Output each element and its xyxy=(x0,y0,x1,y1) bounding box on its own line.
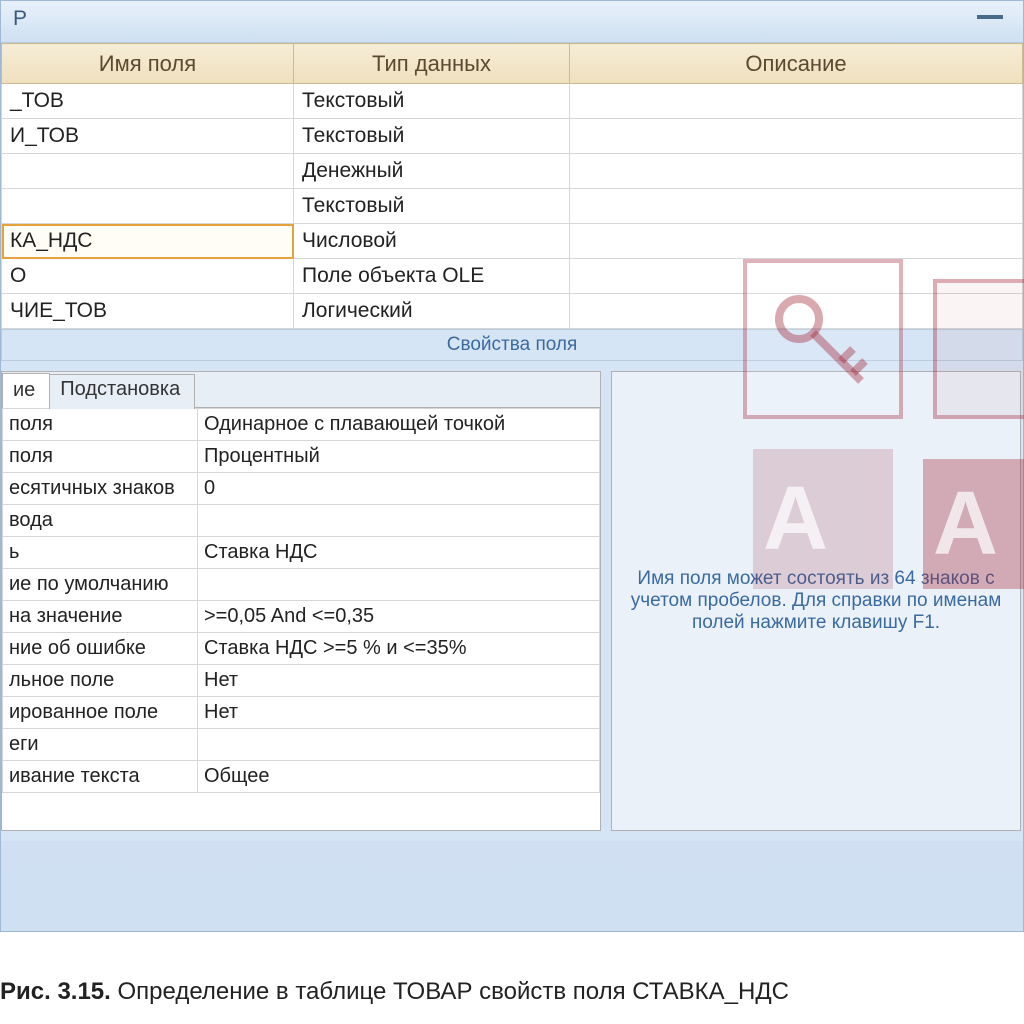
column-header-type[interactable]: Тип данных xyxy=(294,44,570,84)
property-value[interactable]: Общее xyxy=(198,761,600,793)
property-value[interactable] xyxy=(198,505,600,537)
field-cell-type[interactable]: Поле объекта OLE xyxy=(294,259,570,294)
field-cell-name[interactable]: КА_НДС xyxy=(2,224,294,259)
column-header-desc[interactable]: Описание xyxy=(570,44,1023,84)
field-definition-grid[interactable]: Имя поля Тип данных Описание _ТОВТекстов… xyxy=(1,43,1023,329)
tab-title: Р xyxy=(13,7,27,30)
property-label: льное поле xyxy=(3,665,198,697)
property-row[interactable]: на значение>=0,05 And <=0,35 xyxy=(3,601,600,633)
property-label: есятичных знаков xyxy=(3,473,198,505)
field-cell-name[interactable]: О xyxy=(2,259,294,294)
property-value[interactable]: Одинарное с плавающей точкой xyxy=(198,409,600,441)
titlebar[interactable]: Р xyxy=(1,1,1023,43)
property-label: ие по умолчанию xyxy=(3,569,198,601)
property-value[interactable] xyxy=(198,729,600,761)
field-cell-type[interactable]: Логический xyxy=(294,294,570,329)
property-value[interactable]: 0 xyxy=(198,473,600,505)
property-row[interactable]: поляОдинарное с плавающей точкой xyxy=(3,409,600,441)
property-value[interactable]: Ставка НДС xyxy=(198,537,600,569)
property-value[interactable]: Процентный xyxy=(198,441,600,473)
caption-number: Рис. 3.15. xyxy=(0,978,111,1005)
field-cell-desc[interactable] xyxy=(570,189,1023,224)
property-row[interactable]: льное полеНет xyxy=(3,665,600,697)
property-label: ивание текста xyxy=(3,761,198,793)
field-row[interactable]: Денежный xyxy=(2,154,1023,189)
help-pane: Имя поля может состоять из 64 знаков с у… xyxy=(611,371,1021,831)
help-text: Имя поля может состоять из 64 знаков с у… xyxy=(628,568,1004,634)
property-row[interactable]: поляПроцентный xyxy=(3,441,600,473)
design-view-window: Р Имя поля Тип данных Описание _ТОВТекст… xyxy=(0,0,1024,932)
field-row[interactable]: И_ТОВТекстовый xyxy=(2,119,1023,154)
field-row[interactable]: Текстовый xyxy=(2,189,1023,224)
property-label: еги xyxy=(3,729,198,761)
field-cell-name[interactable]: _ТОВ xyxy=(2,84,294,119)
field-cell-type[interactable]: Текстовый xyxy=(294,189,570,224)
caption-text: Определение в таблице ТОВАР свойств поля… xyxy=(111,978,789,1005)
property-label: ированное поле xyxy=(3,697,198,729)
property-label: ние об ошибке xyxy=(3,633,198,665)
field-row[interactable]: КА_НДСЧисловой xyxy=(2,224,1023,259)
field-cell-desc[interactable] xyxy=(570,224,1023,259)
field-cell-type[interactable]: Текстовый xyxy=(294,84,570,119)
field-cell-type[interactable]: Денежный xyxy=(294,154,570,189)
field-cell-name[interactable]: ЧИЕ_ТОВ xyxy=(2,294,294,329)
field-cell-name[interactable] xyxy=(2,154,294,189)
property-label: поля xyxy=(3,441,198,473)
property-table[interactable]: поляОдинарное с плавающей точкойполяПроц… xyxy=(2,408,600,793)
field-row[interactable]: _ТОВТекстовый xyxy=(2,84,1023,119)
property-label: на значение xyxy=(3,601,198,633)
property-sheet: ие Подстановка поляОдинарное с плавающей… xyxy=(1,371,601,831)
field-cell-name[interactable] xyxy=(2,189,294,224)
field-row[interactable]: ЧИЕ_ТОВЛогический xyxy=(2,294,1023,329)
property-row[interactable]: ьСтавка НДС xyxy=(3,537,600,569)
field-properties-label: Свойства поля xyxy=(1,329,1023,361)
field-cell-desc[interactable] xyxy=(570,259,1023,294)
tab-general[interactable]: ие xyxy=(2,373,50,408)
field-cell-desc[interactable] xyxy=(570,84,1023,119)
lower-pane: ие Подстановка поляОдинарное с плавающей… xyxy=(1,361,1023,841)
property-row[interactable]: вода xyxy=(3,505,600,537)
column-header-name[interactable]: Имя поля xyxy=(2,44,294,84)
minimize-icon[interactable] xyxy=(977,15,1003,19)
figure-caption: Рис. 3.15. Определение в таблице ТОВАР с… xyxy=(0,978,789,1006)
field-cell-type[interactable]: Числовой xyxy=(294,224,570,259)
property-tabs: ие Подстановка xyxy=(2,372,600,408)
property-value[interactable]: >=0,05 And <=0,35 xyxy=(198,601,600,633)
field-row[interactable]: ОПоле объекта OLE xyxy=(2,259,1023,294)
field-cell-name[interactable]: И_ТОВ xyxy=(2,119,294,154)
field-cell-desc[interactable] xyxy=(570,154,1023,189)
property-row[interactable]: ие по умолчанию xyxy=(3,569,600,601)
tab-lookup[interactable]: Подстановка xyxy=(49,374,195,409)
field-cell-desc[interactable] xyxy=(570,119,1023,154)
property-label: поля xyxy=(3,409,198,441)
property-row[interactable]: есятичных знаков0 xyxy=(3,473,600,505)
field-cell-desc[interactable] xyxy=(570,294,1023,329)
property-value[interactable]: Нет xyxy=(198,665,600,697)
property-row[interactable]: ивание текстаОбщее xyxy=(3,761,600,793)
property-value[interactable]: Нет xyxy=(198,697,600,729)
property-value[interactable] xyxy=(198,569,600,601)
property-label: ь xyxy=(3,537,198,569)
property-value[interactable]: Ставка НДС >=5 % и <=35% xyxy=(198,633,600,665)
property-row[interactable]: ированное полеНет xyxy=(3,697,600,729)
field-cell-type[interactable]: Текстовый xyxy=(294,119,570,154)
property-row[interactable]: еги xyxy=(3,729,600,761)
property-label: вода xyxy=(3,505,198,537)
property-row[interactable]: ние об ошибкеСтавка НДС >=5 % и <=35% xyxy=(3,633,600,665)
